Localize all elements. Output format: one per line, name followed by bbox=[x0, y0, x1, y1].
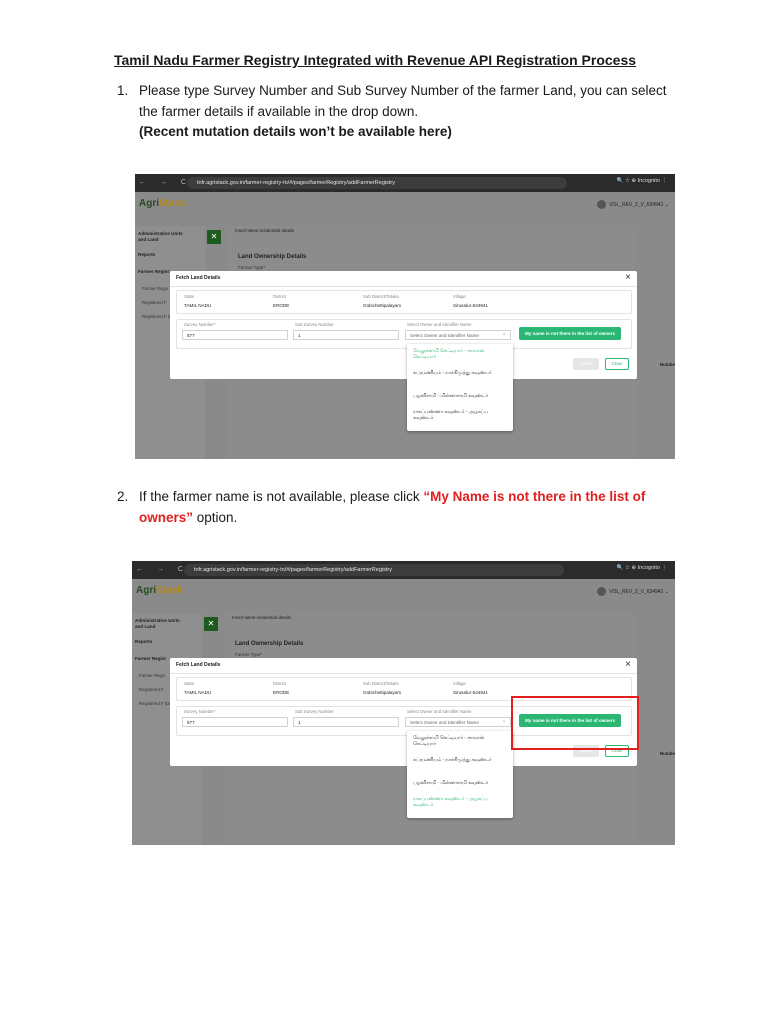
survey-input[interactable]: 577 bbox=[182, 330, 288, 340]
district-label: District bbox=[273, 294, 287, 299]
sidebar-item-reports: Reports bbox=[138, 252, 156, 257]
survey-label: Survey Number* bbox=[184, 322, 216, 327]
location-box: State TAMIL NADU District ERODE Sub Dist… bbox=[176, 290, 632, 314]
screenshot-1: ← → C ⇆ tnfr.agristack.gov.in/farmer-reg… bbox=[135, 174, 675, 459]
residential-checkbox: Insert latest residential details bbox=[232, 615, 292, 620]
owner-select[interactable]: Select Owner and Identifier Name ⌃ bbox=[405, 330, 511, 340]
owner-option-4[interactable]: ராசுப்பண்ணா கவுண்டர் - அழகப்ப கவுண்டர் bbox=[413, 797, 507, 809]
district-value: ERODE bbox=[273, 690, 290, 695]
subsurvey-label: Sub Survey Number bbox=[295, 322, 334, 327]
submit-button[interactable]: Submit bbox=[573, 358, 599, 370]
subdistrict-label: Sub District/Taluka bbox=[363, 681, 399, 686]
district-label: District bbox=[273, 681, 287, 686]
owner-label: Select Owner and Identifier Name bbox=[407, 322, 472, 327]
step-1-instruction: Please type Survey Number and Sub Survey… bbox=[139, 83, 667, 119]
number-column-stub: Numbe bbox=[659, 362, 675, 367]
avatar bbox=[597, 200, 607, 209]
highlight-box bbox=[511, 696, 639, 750]
subsurvey-input[interactable]: 1 bbox=[293, 330, 399, 340]
incognito-indicator: 🔍 ☆ ⊕ Incognito ⋮ bbox=[616, 178, 667, 184]
village-value: Sirusalur-634941 bbox=[453, 303, 488, 308]
number-column-stub: Numbe bbox=[659, 751, 675, 756]
modal-title: Fetch Land Details bbox=[176, 275, 221, 281]
subdistrict-value: Gobichettipalayam bbox=[363, 690, 402, 695]
avatar bbox=[597, 587, 607, 596]
farmer-type-label: Farmer Type* bbox=[235, 652, 263, 657]
address-bar: tnfr.agristack.gov.in/farmer-registry-tn… bbox=[184, 564, 564, 576]
owner-dropdown: வேலுச்சாமி செட்டியார் - சாவான் செட்டியார… bbox=[407, 731, 513, 818]
land-ownership-title: Land Ownership Details bbox=[238, 254, 307, 260]
survey-input[interactable]: 577 bbox=[182, 717, 288, 727]
state-value: TAMIL NADU bbox=[184, 303, 212, 308]
survey-box: Survey Number* 577 Sub Survey Number 1 S… bbox=[176, 319, 632, 349]
state-label: State bbox=[184, 681, 195, 686]
owner-label: Select Owner and Identifier Name bbox=[407, 709, 472, 714]
state-value: TAMIL NADU bbox=[184, 690, 212, 695]
menu-close-icon: ✕ bbox=[204, 617, 218, 631]
subdistrict-value: Gobichettipalayam bbox=[363, 303, 402, 308]
step-1-text: Please type Survey Number and Sub Survey… bbox=[139, 81, 679, 143]
modal-title: Fetch Land Details bbox=[176, 662, 221, 668]
sidebar-item-admin: Administrative Units and Land bbox=[135, 618, 180, 629]
modal-divider bbox=[170, 673, 637, 674]
village-label: Village bbox=[453, 294, 466, 299]
owner-option-2[interactable]: சுப்ரமணியம் - நாச்சிமுத்து கவுண்டர் bbox=[413, 758, 507, 764]
owner-option-3[interactable]: பழனிசாமி - மின்னாசாமி கவுண்டர் bbox=[413, 781, 507, 787]
subsurvey-label: Sub Survey Number bbox=[295, 709, 334, 714]
close-icon: × bbox=[625, 272, 631, 283]
agristack-logo: AgriStack bbox=[136, 585, 183, 596]
browser-bar: ← → C ⇆ tnfr.agristack.gov.in/farmer-reg… bbox=[132, 561, 675, 579]
step-1-note: (Recent mutation details won’t be availa… bbox=[139, 124, 452, 139]
owner-option-1[interactable]: வேலுச்சாமி செட்டியார் - சாவான் செட்டியார… bbox=[413, 349, 507, 361]
village-value: Sirusalur-634941 bbox=[453, 690, 488, 695]
residential-checkbox: Insert latest residential details bbox=[235, 228, 295, 233]
chevron-up-icon: ⌃ bbox=[502, 333, 506, 338]
survey-label: Survey Number* bbox=[184, 709, 216, 714]
village-label: Village bbox=[453, 681, 466, 686]
step-2-number: 2. bbox=[117, 489, 129, 504]
subsurvey-input[interactable]: 1 bbox=[293, 717, 399, 727]
incognito-indicator: 🔍 ☆ ⊕ Incognito ⋮ bbox=[616, 565, 667, 571]
sidebar-item-admin: Administrative Units and Land bbox=[138, 231, 183, 242]
owner-dropdown: வேலுச்சாமி செட்டியார் - சாவான் செட்டியார… bbox=[407, 344, 513, 431]
browser-bar: ← → C ⇆ tnfr.agristack.gov.in/farmer-reg… bbox=[135, 174, 675, 192]
app-area: AgriStack VOL_REV_2_V_634941 ⌄ Administr… bbox=[135, 192, 675, 459]
modal-divider bbox=[170, 286, 637, 287]
menu-close-icon: ✕ bbox=[207, 230, 221, 244]
fetch-land-modal: Fetch Land Details × State TAMIL NADU Di… bbox=[170, 271, 637, 379]
owner-option-3[interactable]: பழனிசாமி - மின்னாசாமி கவுண்டர் bbox=[413, 394, 507, 400]
close-button[interactable]: Close bbox=[605, 358, 629, 370]
owner-option-1[interactable]: வேலுச்சாமி செட்டியார் - சாவான் செட்டியார… bbox=[413, 736, 507, 748]
owner-option-2[interactable]: சுப்ரமணியம் - நாச்சிமுத்து கவுண்டர் bbox=[413, 371, 507, 377]
owner-select[interactable]: Select Owner and Identifier Name ⌃ bbox=[405, 717, 511, 727]
document-title: Tamil Nadu Farmer Registry Integrated wi… bbox=[114, 52, 637, 68]
agristack-logo: AgriStack bbox=[139, 198, 186, 209]
land-ownership-title: Land Ownership Details bbox=[235, 641, 304, 647]
sidebar-item-reports: Reports bbox=[135, 639, 153, 644]
subdistrict-label: Sub District/Taluka bbox=[363, 294, 399, 299]
close-icon: × bbox=[625, 659, 631, 670]
step-1-number: 1. bbox=[117, 83, 129, 98]
owner-option-4[interactable]: ராசுப்பண்ணா கவுண்டர் - அழகப்ப கவுண்டர் bbox=[413, 410, 507, 422]
step-2-text: If the farmer name is not available, ple… bbox=[139, 489, 646, 525]
user-menu: VOL_REV_2_V_634941 ⌄ bbox=[597, 587, 669, 596]
address-bar: tnfr.agristack.gov.in/farmer-registry-tn… bbox=[187, 177, 567, 189]
state-label: State bbox=[184, 294, 195, 299]
not-in-owner-list-button[interactable]: My name is not there in the list of owne… bbox=[519, 327, 621, 340]
user-menu: VOL_REV_2_V_634941 ⌄ bbox=[597, 200, 669, 209]
district-value: ERODE bbox=[273, 303, 290, 308]
farmer-type-label: Farmer Type* bbox=[238, 265, 266, 270]
chevron-up-icon: ⌃ bbox=[502, 720, 506, 725]
